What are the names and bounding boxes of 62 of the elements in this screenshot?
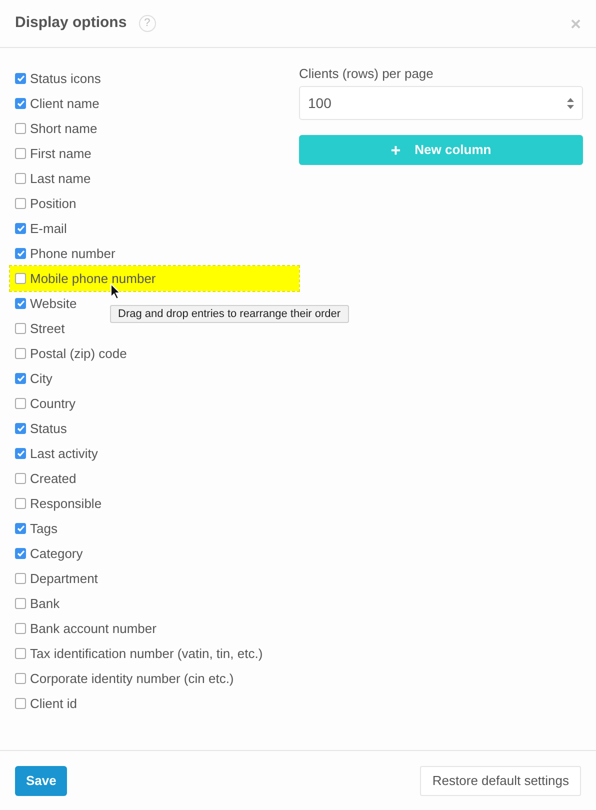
checkbox[interactable] xyxy=(15,248,26,259)
checkbox[interactable] xyxy=(15,348,26,359)
column-option-label: Last name xyxy=(30,170,91,188)
column-option-label: First name xyxy=(30,144,92,163)
checkbox[interactable] xyxy=(15,598,26,609)
column-option-label: Responsible xyxy=(30,494,102,513)
checkbox[interactable] xyxy=(15,298,26,309)
checkbox[interactable] xyxy=(15,473,26,484)
dialog-title: Display options xyxy=(15,13,127,34)
checkbox[interactable] xyxy=(15,498,26,509)
checkbox[interactable] xyxy=(15,173,26,184)
checkbox[interactable] xyxy=(15,98,26,109)
checkbox[interactable] xyxy=(15,523,26,534)
help-icon[interactable]: ? xyxy=(138,15,156,32)
column-option-label: Street xyxy=(30,320,65,338)
mouse-pointer-icon xyxy=(110,283,121,300)
column-option-label: Department xyxy=(30,570,98,588)
checkbox[interactable] xyxy=(15,198,26,209)
checkbox[interactable] xyxy=(15,548,26,559)
column-option-label: Category xyxy=(30,544,83,563)
column-option-label: Corporate identity number (cin etc.) xyxy=(30,670,234,688)
column-option-label: Client id xyxy=(30,694,77,713)
checkbox[interactable] xyxy=(15,73,26,84)
column-option-label: Tags xyxy=(30,520,58,538)
checkbox[interactable] xyxy=(15,398,26,409)
column-option-label: Last activity xyxy=(30,444,98,463)
checkbox[interactable] xyxy=(15,273,26,284)
column-option-label: E-mail xyxy=(30,220,67,238)
column-option-label: Phone number xyxy=(30,244,116,263)
tooltip: Drag and drop entries to rearrange their order xyxy=(110,305,349,323)
checkbox[interactable] xyxy=(15,648,26,659)
column-option-label: Mobile phone number xyxy=(30,270,156,288)
column-option-label: Short name xyxy=(30,120,98,138)
column-option-label: Position xyxy=(30,194,76,213)
column-option-label: Created xyxy=(30,470,76,488)
checkbox[interactable] xyxy=(15,148,26,159)
column-option-label: Status icons xyxy=(30,70,101,88)
rows-per-page-select[interactable]: 100 xyxy=(299,86,583,120)
checkbox[interactable] xyxy=(15,673,26,684)
save-button[interactable]: Save xyxy=(15,766,68,796)
checkbox[interactable] xyxy=(15,423,26,434)
column-option-label: Bank account number xyxy=(30,620,156,638)
field-label: Clients (rows) per page xyxy=(299,65,434,83)
column-option-label: Status xyxy=(30,420,67,438)
checkbox[interactable] xyxy=(15,448,26,459)
column-option-label: Website xyxy=(30,294,77,313)
column-option-label: Bank xyxy=(30,594,60,613)
checkbox[interactable] xyxy=(15,123,26,134)
restore-defaults-button[interactable]: Restore default settings xyxy=(420,766,581,796)
checkbox[interactable] xyxy=(15,323,26,334)
column-option-label: Country xyxy=(30,394,76,413)
column-option-label: Client name xyxy=(30,94,100,113)
column-option-label: City xyxy=(30,370,52,388)
sort-arrows-icon xyxy=(567,98,574,108)
column-option-label: Postal (zip) code xyxy=(30,344,127,363)
checkbox[interactable] xyxy=(15,573,26,584)
checkbox[interactable] xyxy=(15,623,26,634)
checkbox[interactable] xyxy=(15,223,26,234)
new-column-button[interactable]: + New column xyxy=(299,135,583,165)
checkbox[interactable] xyxy=(15,373,26,384)
checkbox[interactable] xyxy=(15,698,26,709)
column-option-label: Tax identification number (vatin, tin, etc.) xyxy=(30,644,263,663)
